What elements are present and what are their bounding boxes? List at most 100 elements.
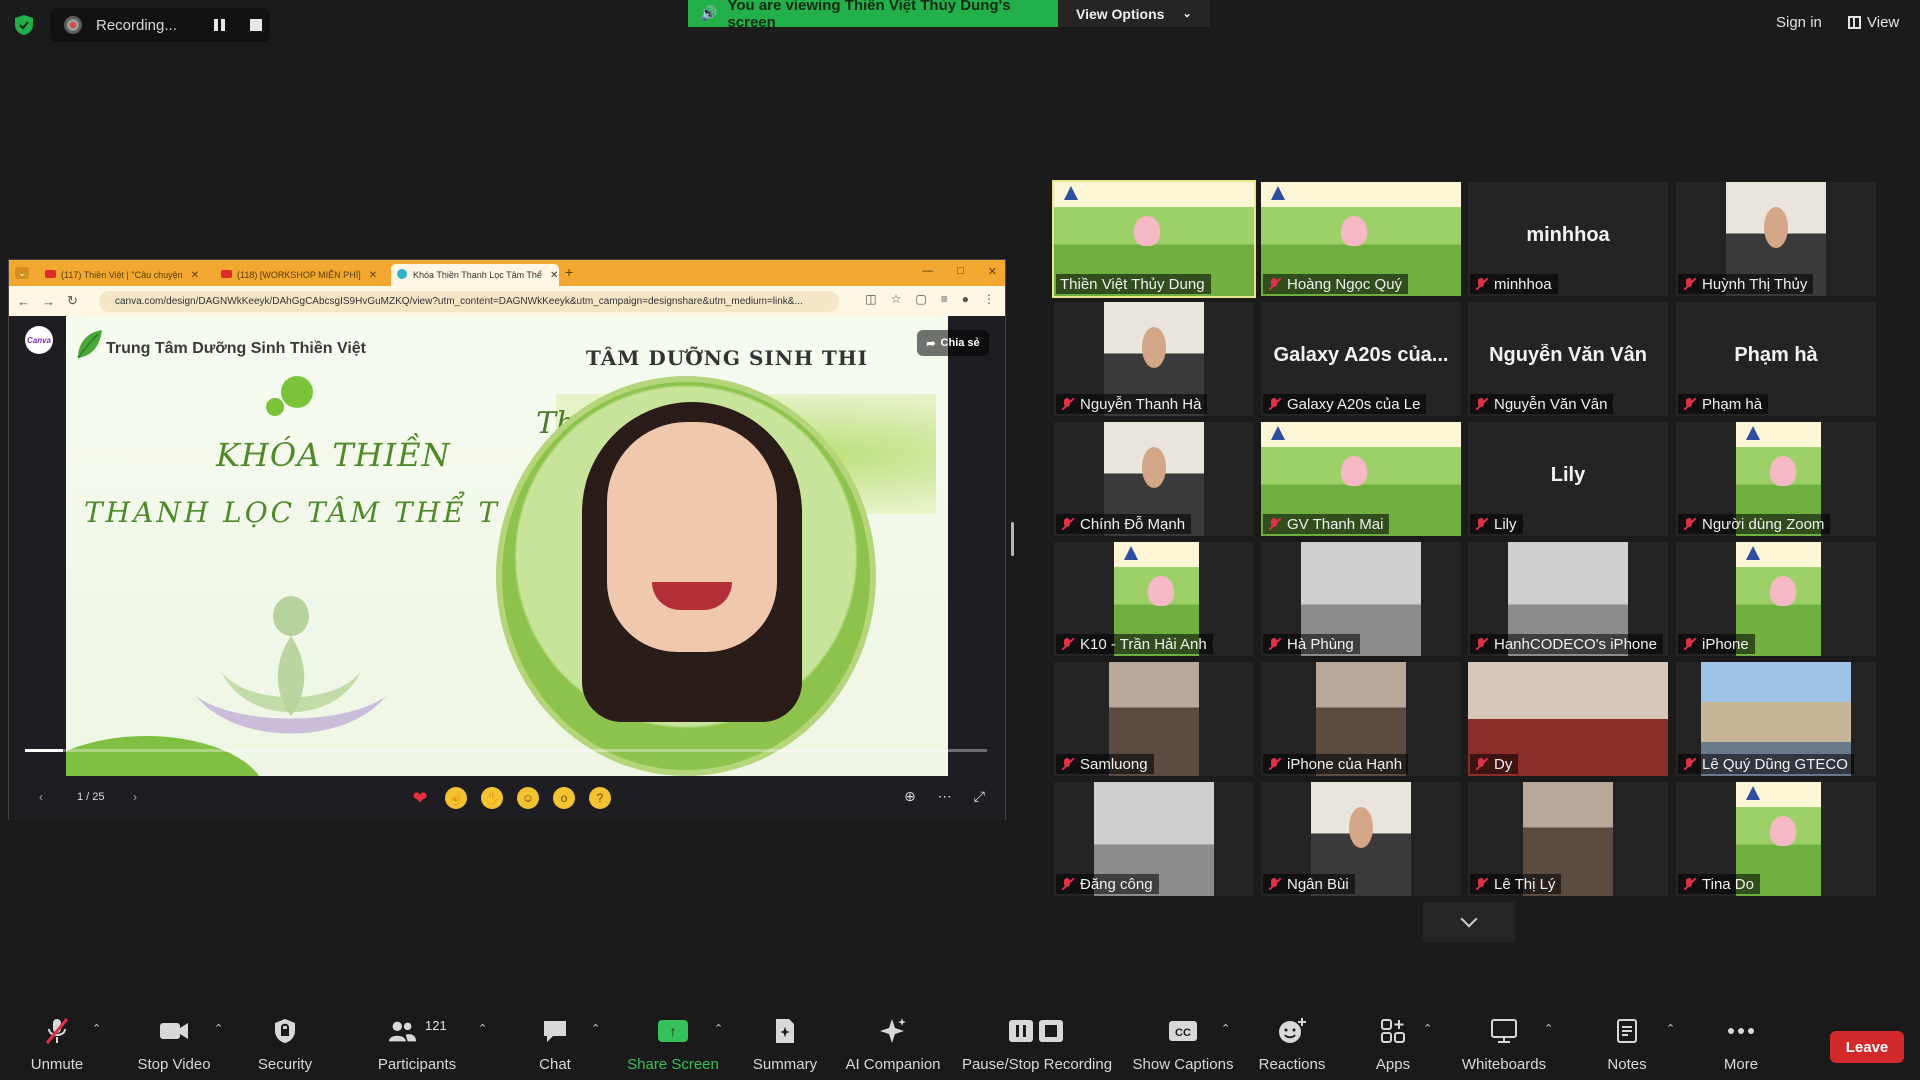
participant-tile[interactable]: Hoàng Ngọc Quý [1261, 182, 1461, 296]
zoom-in-icon[interactable]: ⊕ [904, 788, 916, 805]
back-icon[interactable]: ← [17, 294, 30, 309]
participant-tile[interactable]: Lê Thị Lý [1468, 782, 1668, 896]
maximize-icon[interactable]: □ [957, 265, 964, 278]
close-tab-icon[interactable]: ✕ [191, 270, 199, 281]
presenter-camera-circle [496, 376, 876, 776]
whiteboards-options-caret-icon[interactable]: ⌃ [1544, 1022, 1553, 1035]
address-bar[interactable]: canva.com/design/DAGNWkKeeyk/DAhGgCAbcsg… [99, 291, 839, 312]
participant-tile[interactable]: Chính Đỗ Mạnh [1054, 422, 1254, 536]
laugh-reaction-icon[interactable]: ☺ [517, 787, 539, 809]
canva-logo[interactable]: Canva [25, 326, 53, 354]
fullscreen-icon[interactable]: ⤢ [974, 788, 985, 805]
muted-microphone-icon [1474, 517, 1488, 531]
participant-tile[interactable]: K10 - Trần Hải Anh [1054, 542, 1254, 656]
canva-share-button[interactable]: ➦ Chia sẻ [917, 330, 989, 356]
browser-tab[interactable]: (117) Thiền Việt | "Câu chuyện ✕ [39, 264, 211, 286]
panel-resize-handle[interactable] [1011, 522, 1014, 556]
more-button[interactable]: More [1681, 1016, 1801, 1073]
gallery-next-page-button[interactable] [1423, 902, 1515, 942]
participants-options-caret-icon[interactable]: ⌃ [478, 1022, 487, 1035]
sign-in-link[interactable]: Sign in [1776, 14, 1822, 31]
summary-label: Summary [752, 1056, 818, 1073]
translate-icon[interactable]: ◫ [865, 292, 876, 306]
participant-tile[interactable]: iPhone [1676, 542, 1876, 656]
participant-tile[interactable]: Nguyễn Văn Vân Nguyễn Văn Vân [1468, 302, 1668, 416]
participant-tile[interactable]: Thiền Việt Thủy Dung [1052, 180, 1256, 298]
captions-options-caret-icon[interactable]: ⌃ [1221, 1022, 1230, 1035]
media-icon[interactable]: ≡ [941, 292, 948, 306]
participant-name-bar: Nguyễn Văn Vân [1470, 394, 1614, 414]
pause-stop-recording-button[interactable]: Pause/Stop Recording [962, 1016, 1112, 1073]
participant-tile[interactable]: Huỳnh Thị Thủy [1676, 182, 1876, 296]
participant-tile[interactable]: Hà Phùng [1261, 542, 1461, 656]
participant-tile[interactable]: Đăng công [1054, 782, 1254, 896]
participant-tile[interactable]: Dy [1468, 662, 1668, 776]
browser-tab[interactable]: (118) [WORKSHOP MIỄN PHÍ] ✕ [215, 264, 387, 286]
ai-companion-button[interactable]: AI Companion [833, 1016, 953, 1073]
leave-button[interactable]: Leave [1830, 1031, 1904, 1063]
chat-options-caret-icon[interactable]: ⌃ [591, 1022, 600, 1035]
participant-tile[interactable]: iPhone của Hạnh [1261, 662, 1461, 776]
view-button[interactable]: View [1848, 14, 1899, 31]
bookmark-star-icon[interactable]: ☆ [891, 292, 902, 306]
extensions-icon[interactable]: ▢ [915, 292, 926, 306]
apps-button[interactable]: Apps [1333, 1016, 1453, 1073]
view-options-button[interactable]: View Options ⌄ [1058, 0, 1210, 27]
share-options-caret-icon[interactable]: ⌃ [714, 1022, 723, 1035]
participant-tile[interactable]: Samluong [1054, 662, 1254, 776]
participant-tile[interactable]: Lê Quý Dũng GTECO [1676, 662, 1876, 776]
thinking-reaction-icon[interactable]: ? [589, 787, 611, 809]
participants-button[interactable]: 121 Participants [357, 1016, 477, 1073]
participant-tile[interactable]: Lily Lily [1468, 422, 1668, 536]
muted-microphone-icon [1474, 637, 1488, 651]
profile-icon[interactable]: ● [962, 292, 969, 306]
thumbs-up-reaction-icon[interactable]: ☝ [445, 787, 467, 809]
participant-tile[interactable]: Galaxy A20s của... Galaxy A20s của Le [1261, 302, 1461, 416]
forward-icon[interactable]: → [42, 294, 55, 309]
surprised-reaction-icon[interactable]: o [553, 787, 575, 809]
clap-reaction-icon[interactable]: ✋ [481, 787, 503, 809]
participant-tile[interactable]: Nguyễn Thanh Hà [1054, 302, 1254, 416]
participant-tile[interactable]: HanhCODECO's iPhone [1468, 542, 1668, 656]
summary-button[interactable]: Summary [725, 1016, 845, 1073]
close-window-icon[interactable]: ✕ [988, 265, 997, 278]
close-tab-icon[interactable]: ✕ [550, 270, 558, 281]
minimize-icon[interactable]: — [922, 265, 933, 278]
slide-progress-track[interactable] [25, 749, 987, 752]
next-page-icon[interactable]: › [133, 790, 137, 804]
participant-display-name: minhhoa [1526, 224, 1610, 246]
tab-search-icon[interactable]: ⌄ [15, 267, 29, 279]
pause-recording-icon[interactable] [214, 19, 226, 31]
browser-tab-active[interactable]: Khóa Thiền Thanh Lọc Tâm Thể ✕ [391, 264, 559, 286]
participant-name: Lily [1494, 515, 1517, 533]
shared-screen[interactable]: ⌄ (117) Thiền Việt | "Câu chuyện ✕ (118)… [8, 259, 1006, 820]
close-tab-icon[interactable]: ✕ [369, 270, 377, 281]
participant-tile[interactable]: Ngân Bùi [1261, 782, 1461, 896]
stop-recording-icon[interactable] [250, 19, 262, 31]
security-button[interactable]: Security [225, 1016, 345, 1073]
heart-reaction-icon[interactable]: ❤ [409, 787, 431, 809]
previous-page-icon[interactable]: ‹ [39, 790, 43, 804]
participant-name: Phạm hà [1702, 395, 1763, 413]
participant-display-name: Galaxy A20s của... [1273, 344, 1449, 366]
notes-options-caret-icon[interactable]: ⌃ [1666, 1022, 1675, 1035]
pause-stop-recording-label: Pause/Stop Recording [961, 1056, 1113, 1073]
participant-tile[interactable]: Phạm hà Phạm hà [1676, 302, 1876, 416]
new-tab-icon[interactable]: + [565, 264, 573, 280]
browser-menu-icon[interactable]: ⋮ [983, 292, 995, 306]
participant-tile[interactable]: Tina Do [1676, 782, 1876, 896]
security-shield-icon[interactable] [14, 14, 34, 36]
participant-tile[interactable]: minhhoa minhhoa [1468, 182, 1668, 296]
audio-options-caret-icon[interactable]: ⌃ [92, 1022, 101, 1035]
browser-actions: ◫ ☆ ▢ ≡ ● ⋮ [865, 292, 995, 306]
apps-options-caret-icon[interactable]: ⌃ [1423, 1022, 1432, 1035]
slide-org-name: Trung Tâm Dưỡng Sinh Thiền Việt [106, 340, 367, 357]
canva-footer-controls: ⊕ ⋯ ⤢ [904, 788, 985, 805]
reload-icon[interactable]: ↻ [67, 293, 78, 309]
video-options-caret-icon[interactable]: ⌃ [214, 1022, 223, 1035]
participant-tile[interactable]: Người dùng Zoom [1676, 422, 1876, 536]
participant-name: Lê Quý Dũng GTECO [1702, 755, 1848, 773]
more-options-icon[interactable]: ⋯ [938, 788, 952, 805]
participant-tile[interactable]: GV Thanh Mai [1261, 422, 1461, 536]
participant-name: Lê Thị Lý [1494, 875, 1556, 893]
